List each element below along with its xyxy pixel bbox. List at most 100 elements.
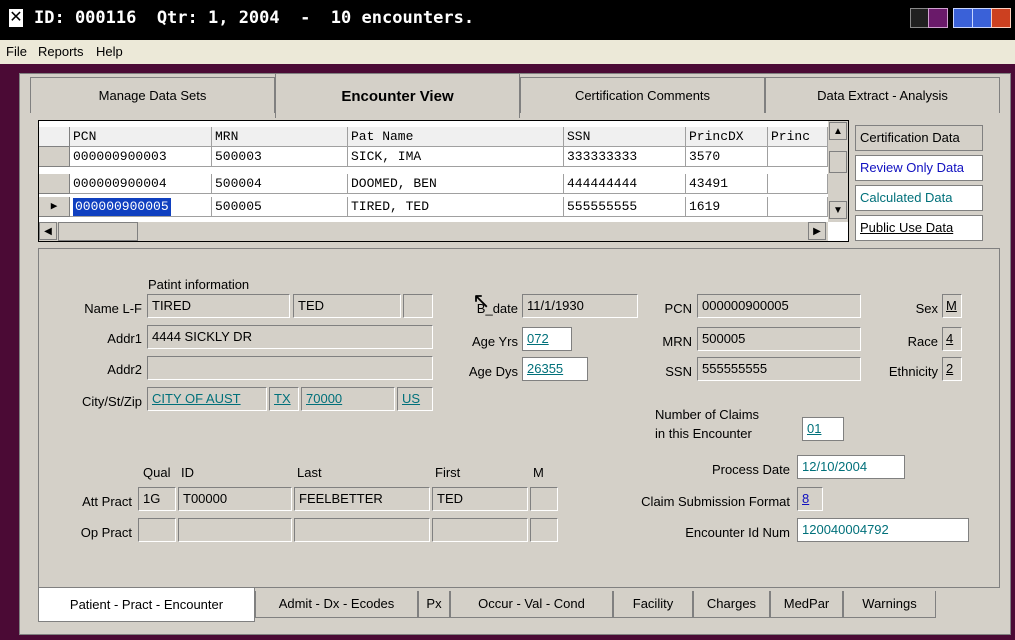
tab-patient-pract-encounter[interactable]: Patient - Pract - Encounter	[38, 588, 255, 622]
tab-encounter-view[interactable]: Encounter View	[275, 73, 520, 118]
claims-count-field[interactable]: 01	[802, 417, 844, 441]
tab-data-extract[interactable]: Data Extract - Analysis	[765, 77, 1000, 113]
tab-warnings[interactable]: Warnings	[843, 591, 936, 618]
op-qual-field[interactable]	[138, 518, 176, 542]
op-pract-label: Op Pract	[80, 525, 132, 540]
ssn-field[interactable]: 555555555	[697, 357, 861, 381]
age-yrs-field[interactable]: 072	[522, 327, 572, 351]
scroll-thumb[interactable]	[829, 151, 847, 173]
cell-pcn-selected-text[interactable]: 000000900005	[73, 198, 171, 216]
cell-pat-name[interactable]: TIRED, TED	[348, 197, 564, 217]
tab-admit-dx-ecodes[interactable]: Admit - Dx - Ecodes	[255, 591, 418, 618]
country-field[interactable]: US	[397, 387, 433, 411]
scroll-down-arrow-icon[interactable]: ▼	[829, 201, 847, 219]
table-row-selected[interactable]: ▶ 000000900005 500005 TIRED, TED 5555555…	[38, 197, 849, 217]
tab-facility[interactable]: Facility	[613, 591, 693, 618]
scroll-up-arrow-icon[interactable]: ▲	[829, 122, 847, 140]
sex-field[interactable]: M	[942, 294, 962, 318]
race-field[interactable]: 4	[942, 327, 962, 351]
x-icon[interactable]: ✕	[8, 8, 24, 28]
encounter-id-field[interactable]: 120040004792	[797, 518, 969, 542]
cell-princ[interactable]	[768, 174, 828, 194]
cell-mrn[interactable]: 500003	[212, 147, 348, 167]
row-selector[interactable]	[39, 147, 70, 167]
bdate-field[interactable]: 11/1/1930	[522, 294, 638, 318]
menu-help[interactable]: Help	[96, 44, 123, 59]
cell-ssn[interactable]: 444444444	[564, 174, 686, 194]
att-qual-field[interactable]: 1G	[138, 487, 176, 511]
process-date-field[interactable]: 12/10/2004	[797, 455, 905, 479]
first-name-field[interactable]: TED	[293, 294, 401, 318]
op-first-field[interactable]	[432, 518, 528, 542]
att-m-field[interactable]	[530, 487, 558, 511]
m-column-label: M	[533, 465, 544, 480]
cell-pcn[interactable]: 000000900005	[70, 197, 212, 217]
current-row-arrow-icon[interactable]: ▶	[39, 197, 70, 217]
minimize-button[interactable]	[953, 8, 973, 28]
table-row[interactable]: 000000900004 500004 DOOMED, BEN 44444444…	[38, 174, 849, 194]
table-row[interactable]: 000000900003 500003 SICK, IMA 333333333 …	[38, 147, 849, 167]
zip-field[interactable]: 70000	[301, 387, 395, 411]
age-dys-field[interactable]: 26355	[522, 357, 588, 381]
col-header-ssn[interactable]: SSN	[564, 127, 686, 147]
maximize-button[interactable]	[972, 8, 992, 28]
cell-mrn[interactable]: 500004	[212, 174, 348, 194]
menu-file[interactable]: File	[6, 44, 27, 59]
mrn-field[interactable]: 500005	[697, 327, 861, 351]
col-header-mrn[interactable]: MRN	[212, 127, 348, 147]
middle-name-field[interactable]	[403, 294, 433, 318]
pcn-field[interactable]: 000000900005	[697, 294, 861, 318]
claim-format-field[interactable]: 8	[797, 487, 823, 511]
addr1-field[interactable]: 4444 SICKLY DR	[147, 325, 433, 349]
cell-princ[interactable]	[768, 147, 828, 167]
tab-charges[interactable]: Charges	[693, 591, 770, 618]
menu-reports[interactable]: Reports	[38, 44, 84, 59]
tab-px[interactable]: Px	[418, 591, 450, 618]
mrn-label: MRN	[662, 334, 692, 349]
op-id-field[interactable]	[178, 518, 292, 542]
context-icon[interactable]	[928, 8, 948, 28]
cell-mrn[interactable]: 500005	[212, 197, 348, 217]
tab-certification-comments[interactable]: Certification Comments	[520, 77, 765, 113]
tab-manage-data-sets[interactable]: Manage Data Sets	[30, 77, 275, 113]
last-name-field[interactable]: TIRED	[147, 294, 290, 318]
tab-occur-val-cond[interactable]: Occur - Val - Cond	[450, 591, 613, 618]
cell-pat-name[interactable]: DOOMED, BEN	[348, 174, 564, 194]
cell-pcn[interactable]: 000000900003	[70, 147, 212, 167]
op-m-field[interactable]	[530, 518, 558, 542]
addr2-field[interactable]	[147, 356, 433, 380]
race-label: Race	[907, 334, 938, 349]
col-header-princ[interactable]: Princ	[768, 127, 828, 147]
cell-pat-name[interactable]: SICK, IMA	[348, 147, 564, 167]
ethnicity-field[interactable]: 2	[942, 357, 962, 381]
cell-princ[interactable]	[768, 197, 828, 217]
city-field[interactable]: CITY OF AUST	[147, 387, 267, 411]
col-header-pcn[interactable]: PCN	[70, 127, 212, 147]
cell-princdx[interactable]: 1619	[686, 197, 768, 217]
col-header-pat-name[interactable]: Pat Name	[348, 127, 564, 147]
state-field[interactable]: TX	[269, 387, 299, 411]
op-last-field[interactable]	[294, 518, 430, 542]
legend-certification-data: Certification Data	[855, 125, 983, 151]
cell-pcn[interactable]: 000000900004	[70, 174, 212, 194]
tab-medpar[interactable]: MedPar	[770, 591, 843, 618]
col-header-princdx[interactable]: PrincDX	[686, 127, 768, 147]
scroll-thumb[interactable]	[58, 222, 138, 241]
vertical-scrollbar[interactable]: ▲ ▼	[828, 121, 848, 222]
scroll-left-arrow-icon[interactable]: ◀	[39, 222, 57, 240]
horizontal-scrollbar[interactable]: ◀ ▶	[39, 222, 828, 241]
row-selector[interactable]	[39, 174, 70, 194]
claims-label-line2: in this Encounter	[655, 426, 752, 441]
scroll-right-arrow-icon[interactable]: ▶	[808, 222, 826, 240]
close-button[interactable]	[991, 8, 1011, 28]
att-id-field[interactable]: T00000	[178, 487, 292, 511]
att-last-field[interactable]: FEELBETTER	[294, 487, 430, 511]
att-first-field[interactable]: TED	[432, 487, 528, 511]
name-label: Name L-F	[84, 301, 142, 316]
cell-ssn[interactable]: 333333333	[564, 147, 686, 167]
qual-column-label: Qual	[143, 465, 171, 480]
cell-princdx[interactable]: 43491	[686, 174, 768, 194]
cell-ssn[interactable]: 555555555	[564, 197, 686, 217]
help-icon[interactable]	[910, 8, 930, 28]
cell-princdx[interactable]: 3570	[686, 147, 768, 167]
